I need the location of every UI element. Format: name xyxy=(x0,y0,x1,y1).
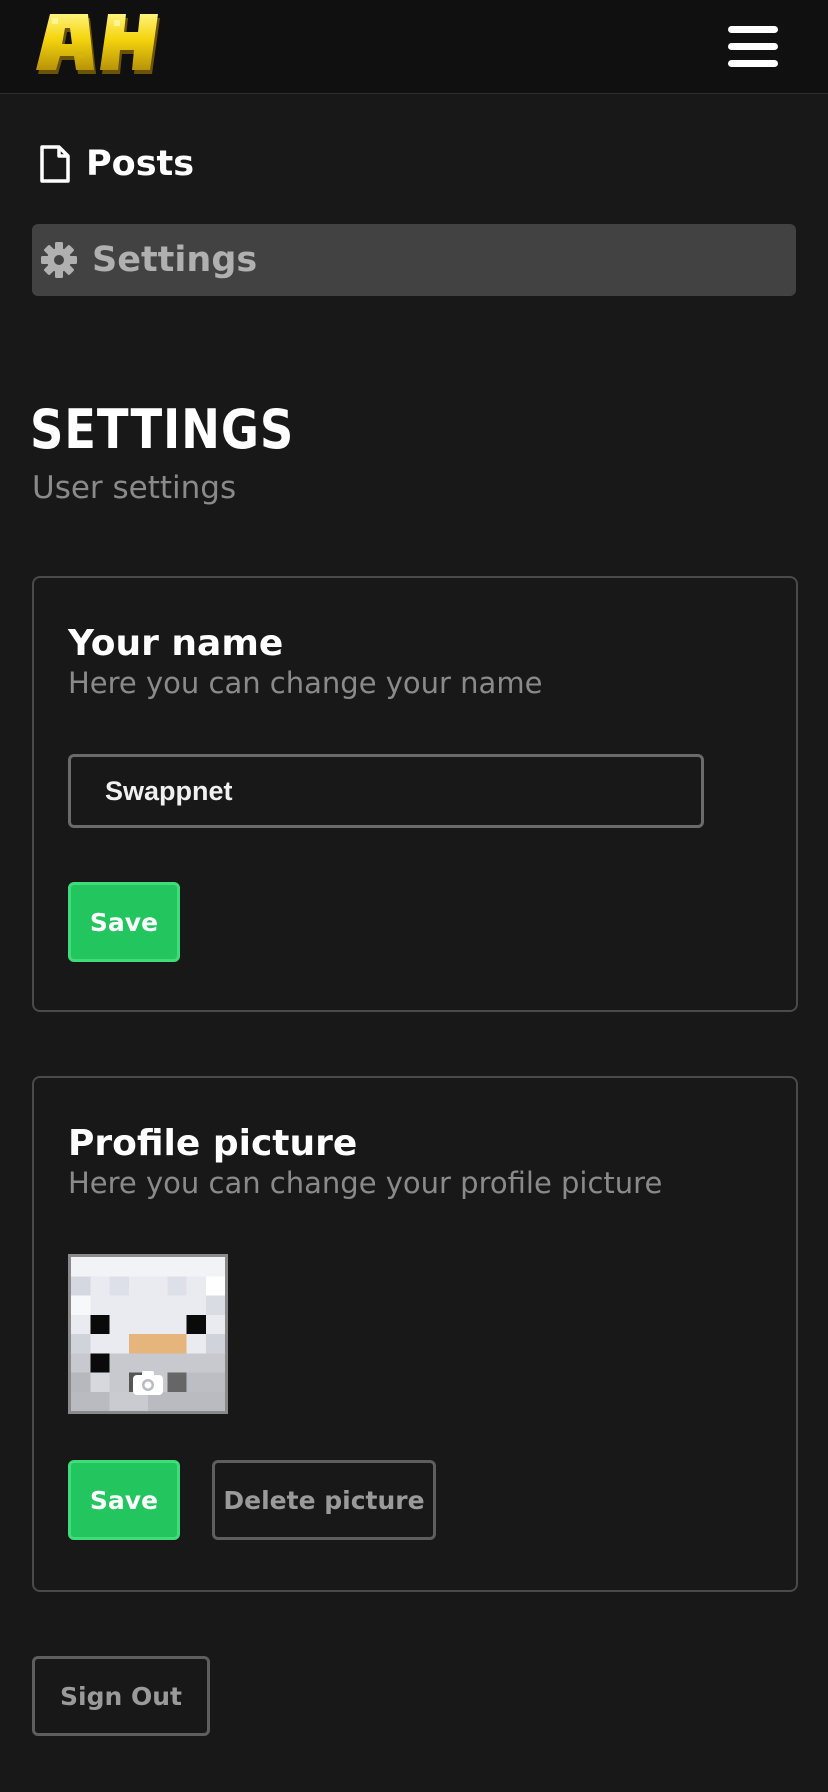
menu-line xyxy=(728,26,778,33)
name-input[interactable] xyxy=(68,754,704,828)
profile-picture-card: Profile picture Here you can change your… xyxy=(32,1076,798,1592)
save-picture-button[interactable]: Save xyxy=(68,1460,180,1540)
delete-picture-button[interactable]: Delete picture xyxy=(212,1460,436,1540)
name-card-description: Here you can change your name xyxy=(68,666,543,700)
name-settings-card: Your name Here you can change your name … xyxy=(32,576,798,1012)
nav-item-posts[interactable]: Posts xyxy=(32,134,796,194)
hamburger-menu-button[interactable] xyxy=(724,22,782,72)
menu-line xyxy=(728,60,778,67)
profile-avatar[interactable] xyxy=(68,1254,228,1414)
menu-line xyxy=(728,43,778,50)
nav-item-settings[interactable]: Settings xyxy=(32,224,796,296)
document-icon xyxy=(40,145,70,183)
page-title: SETTINGS xyxy=(30,398,295,461)
picture-card-description: Here you can change your profile picture xyxy=(68,1166,663,1200)
page-subtitle: User settings xyxy=(32,470,237,506)
picture-card-title: Profile picture xyxy=(68,1123,358,1164)
top-bar xyxy=(0,0,828,94)
nav-item-settings-label: Settings xyxy=(92,240,258,280)
name-card-title: Your name xyxy=(68,623,284,664)
camera-icon xyxy=(133,1371,163,1395)
logo-icon xyxy=(36,14,160,74)
nav-item-posts-label: Posts xyxy=(86,144,195,184)
save-name-button[interactable]: Save xyxy=(68,882,180,962)
sign-out-button[interactable]: Sign Out xyxy=(32,1656,210,1736)
site-logo[interactable] xyxy=(32,12,170,82)
gear-icon xyxy=(41,242,77,278)
